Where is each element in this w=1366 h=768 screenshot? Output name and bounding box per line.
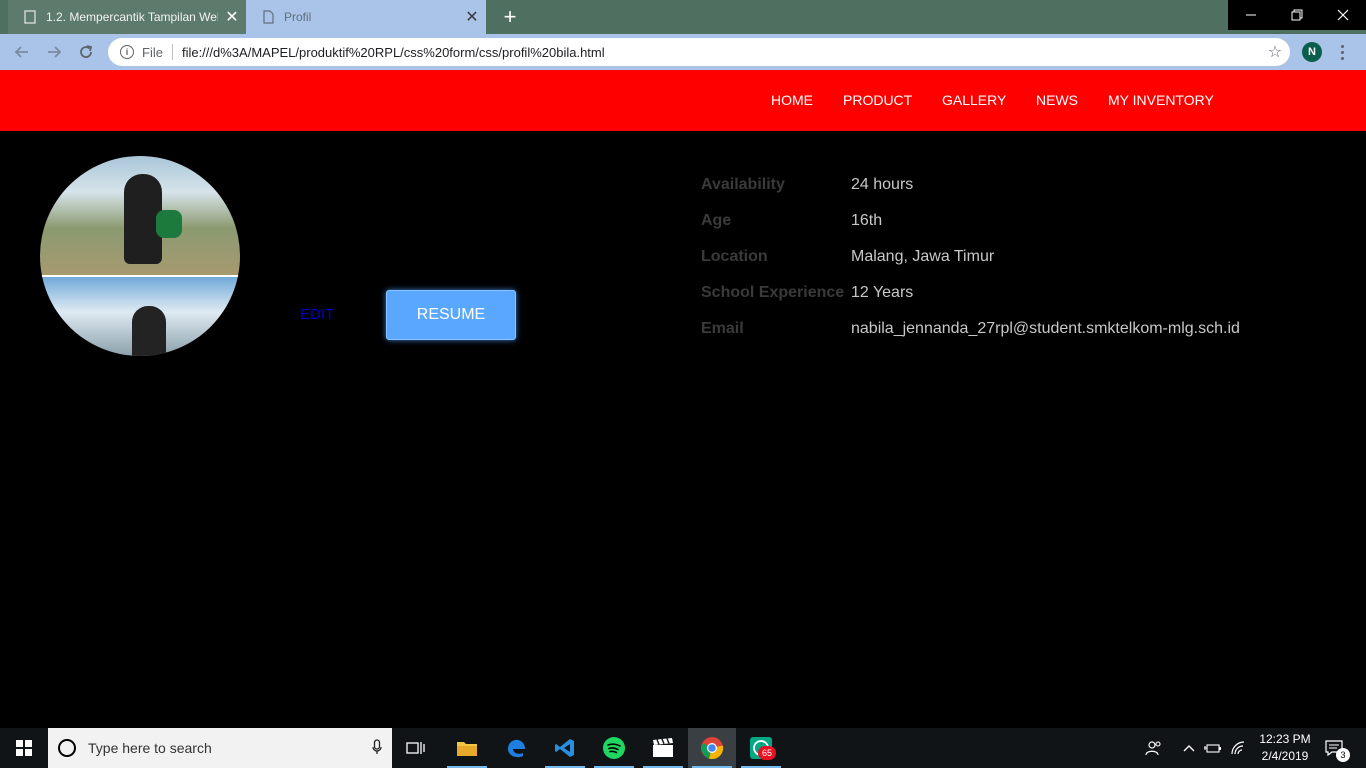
file-explorer-icon[interactable]	[443, 728, 491, 768]
task-view-icon[interactable]	[392, 728, 440, 768]
cortana-icon	[58, 739, 76, 757]
site-info-icon[interactable]: i	[120, 45, 134, 59]
close-icon[interactable]	[1320, 0, 1366, 30]
clock-time: 12:23 PM	[1259, 732, 1311, 746]
taskbar-clock[interactable]: 12:23 PM 2/4/2019	[1250, 731, 1320, 765]
info-label: Age	[701, 212, 732, 229]
browser-tab-2[interactable]: Profil ✕	[246, 0, 486, 34]
vscode-icon[interactable]	[541, 728, 589, 768]
info-value: nabila_jennanda_27rpl@student.smktelkom-…	[851, 320, 1240, 337]
search-placeholder: Type here to search	[88, 740, 212, 756]
start-button[interactable]	[0, 728, 48, 768]
chrome-icon[interactable]	[688, 728, 736, 768]
info-row-school-experience: School Experience 12 Years	[701, 284, 913, 302]
notification-count-badge: 3	[1336, 748, 1350, 762]
back-arrow-icon[interactable]	[10, 40, 34, 64]
info-value: 16th	[851, 212, 883, 229]
nav-product[interactable]: PRODUCT	[843, 92, 912, 108]
tab-close-icon[interactable]: ✕	[218, 7, 246, 27]
forward-arrow-icon[interactable]	[42, 40, 66, 64]
microphone-icon[interactable]	[362, 738, 392, 758]
nav-gallery[interactable]: GALLERY	[942, 92, 1006, 108]
nav-news[interactable]: NEWS	[1036, 92, 1078, 108]
video-editor-icon[interactable]	[639, 728, 687, 768]
address-divider	[171, 44, 173, 60]
photo-divider	[40, 275, 240, 277]
url-scheme-label: File	[142, 44, 163, 60]
address-bar[interactable]: i File file:///d%3A/MAPEL/produktif%20RP…	[108, 38, 1290, 66]
whatsapp-icon[interactable]: 65	[737, 728, 785, 768]
info-row-email: Email nabila_jennanda_27rpl@student.smkt…	[701, 320, 1240, 338]
whatsapp-badge: 65	[758, 746, 776, 760]
resume-button[interactable]: RESUME	[386, 290, 516, 340]
wifi-icon[interactable]	[1226, 728, 1250, 768]
tab-close-icon[interactable]: ✕	[458, 7, 486, 27]
nav-my-inventory[interactable]: MY INVENTORY	[1108, 92, 1214, 108]
site-navbar: HOME PRODUCT GALLERY NEWS MY INVENTORY	[0, 70, 1366, 131]
info-row-location: Location Malang, Jawa Timur	[701, 248, 994, 266]
edge-browser-icon[interactable]	[492, 728, 540, 768]
restore-icon[interactable]	[1274, 0, 1320, 30]
browser-tab-1[interactable]: 1.2. Mempercantik Tampilan Web ✕	[8, 0, 246, 34]
tab-title: 1.2. Mempercantik Tampilan Web	[46, 10, 218, 24]
info-row-availability: Availability 24 hours	[701, 176, 913, 194]
info-label: Location	[701, 248, 768, 265]
info-label: Availability	[701, 176, 785, 193]
web-page: HOME PRODUCT GALLERY NEWS MY INVENTORY E…	[0, 70, 1366, 728]
photo-person-second	[132, 306, 166, 356]
taskbar-search[interactable]: Type here to search	[48, 728, 392, 768]
battery-icon[interactable]	[1202, 728, 1224, 768]
minimize-icon[interactable]	[1228, 0, 1274, 30]
clock-date: 2/4/2019	[1261, 749, 1309, 763]
people-icon[interactable]	[1140, 728, 1168, 768]
info-label: School Experience	[701, 284, 845, 301]
bookmark-star-icon[interactable]: ☆	[1260, 42, 1290, 62]
profile-photo	[40, 156, 240, 356]
windows-logo-icon	[16, 740, 32, 756]
spotify-icon[interactable]	[590, 728, 638, 768]
browser-toolbar: i File file:///d%3A/MAPEL/produktif%20RP…	[0, 34, 1366, 70]
info-label: Email	[701, 320, 744, 337]
url-text[interactable]: file:///d%3A/MAPEL/produktif%20RPL/css%2…	[182, 45, 1260, 60]
nav-home[interactable]: HOME	[771, 92, 813, 108]
info-row-age: Age 16th	[701, 212, 882, 230]
page-favicon-icon	[22, 9, 38, 25]
new-tab-button[interactable]: +	[498, 4, 522, 30]
info-value: 24 hours	[851, 176, 914, 193]
browser-tab-strip: 1.2. Mempercantik Tampilan Web ✕ Profil …	[0, 0, 1366, 34]
profile-avatar[interactable]: N	[1302, 42, 1322, 62]
info-value: Malang, Jawa Timur	[851, 248, 995, 265]
info-value: 12 Years	[851, 284, 914, 301]
browser-menu-icon[interactable]	[1334, 41, 1350, 63]
edit-link[interactable]: EDIT	[300, 306, 334, 323]
chevron-up-icon[interactable]	[1178, 728, 1200, 768]
tab-title: Profil	[284, 10, 312, 24]
page-favicon-icon	[260, 9, 276, 25]
reload-icon[interactable]	[74, 40, 98, 64]
photo-sleeve	[156, 210, 182, 238]
windows-taskbar: Type here to search 65 12:23 PM 2/4/2019…	[0, 728, 1366, 768]
